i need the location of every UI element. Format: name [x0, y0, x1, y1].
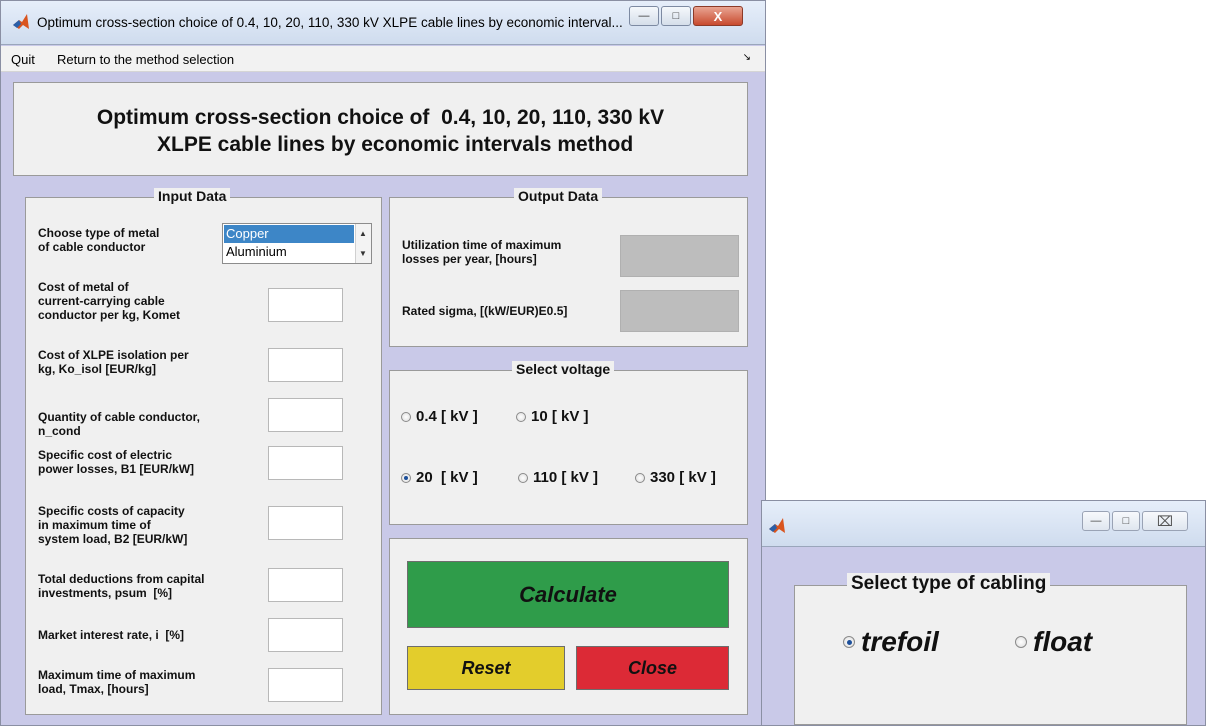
field-label-n-cond: Quantity of cable conductor, n_cond — [38, 410, 201, 438]
window-title: Optimum cross-section choice of 0.4, 10,… — [37, 15, 623, 30]
cabling-radio-trefoil[interactable]: trefoil — [843, 626, 939, 658]
close-icon: X — [713, 8, 723, 24]
matlab-logo-icon — [768, 517, 786, 535]
minimize-icon: — — [1090, 515, 1102, 527]
b1-input[interactable] — [268, 446, 343, 480]
cabling-type-panel: Select type of cabling trefoil float — [794, 573, 1187, 725]
radio-label: trefoil — [861, 626, 939, 657]
scroll-down-icon[interactable]: ▼ — [359, 249, 367, 258]
calculate-button[interactable]: Calculate — [407, 561, 729, 628]
n-cond-input[interactable] — [268, 398, 343, 432]
select-voltage-title: Select voltage — [512, 361, 615, 377]
maximize-button[interactable]: □ — [1112, 511, 1140, 531]
menu-return-to-method-selection[interactable]: Return to the method selection — [57, 52, 234, 67]
field-label-b1: Specific cost of electric power losses, … — [38, 448, 195, 476]
reset-button[interactable]: Reset — [407, 646, 565, 690]
rated-sigma-label: Rated sigma, [(kW/EUR)E0.5] — [402, 304, 568, 318]
field-label-tmax: Maximum time of maximum load, Tmax, [hou… — [38, 668, 196, 696]
close-button[interactable]: Close — [576, 646, 729, 690]
radio-label: 330 [ kV ] — [650, 469, 716, 486]
radio-selected-icon — [843, 636, 855, 648]
matlab-logo-icon — [12, 13, 30, 31]
radio-label: 20 [ kV ] — [416, 469, 478, 486]
cabling-window: — □ ⌧ Select type of cabling trefoil flo… — [761, 500, 1206, 726]
output-data-panel: Output Data Utilization time of maximum … — [389, 188, 748, 347]
maximize-icon: □ — [672, 10, 680, 22]
radio-label: float — [1033, 626, 1093, 657]
interest-rate-input[interactable] — [268, 618, 343, 652]
voltage-radio-10kv[interactable]: 10 [ kV ] — [516, 408, 589, 425]
radio-icon — [635, 472, 645, 483]
voltage-radio-110kv[interactable]: 110 [ kV ] — [518, 469, 598, 486]
komet-input[interactable] — [268, 288, 343, 322]
radio-icon — [1015, 636, 1027, 648]
menu-quit[interactable]: Quit — [11, 52, 35, 67]
voltage-radio-330kv[interactable]: 330 [ kV ] — [635, 469, 716, 486]
close-window-button[interactable]: ⌧ — [1142, 511, 1188, 531]
field-label-ko-isol: Cost of XLPE isolation per kg, Ko_isol [… — [38, 348, 189, 376]
cabling-radio-float[interactable]: float — [1015, 626, 1092, 658]
menu-bar: Quit Return to the method selection ↘ — [1, 46, 765, 72]
radio-label: 10 [ kV ] — [531, 408, 589, 425]
psum-input[interactable] — [268, 568, 343, 602]
utilization-time-output — [620, 235, 739, 277]
menu-overflow-icon[interactable]: ↘ — [743, 52, 751, 63]
radio-icon — [518, 472, 528, 483]
metal-type-label: Choose type of metal of cable conductor — [38, 226, 160, 254]
field-label-interest-rate: Market interest rate, i [%] — [38, 628, 185, 642]
radio-selected-icon — [401, 472, 411, 483]
maximize-icon: □ — [1122, 515, 1130, 527]
radio-label: 110 [ kV ] — [533, 469, 599, 486]
scroll-up-icon[interactable]: ▲ — [359, 229, 367, 238]
cabling-window-controls: — □ ⌧ — [1082, 511, 1188, 531]
voltage-radio-20kv[interactable]: 20 [ kV ] — [401, 469, 478, 486]
cabling-type-title: Select type of cabling — [847, 573, 1051, 595]
cabling-title-bar[interactable]: — □ ⌧ — [762, 501, 1205, 547]
main-window: Optimum cross-section choice of 0.4, 10,… — [0, 0, 766, 726]
minimize-button[interactable]: — — [1082, 511, 1110, 531]
window-controls: — □ X — [629, 6, 743, 26]
list-option-aluminium[interactable]: Aluminium — [224, 243, 354, 261]
minimize-button[interactable]: — — [629, 6, 659, 26]
output-data-title: Output Data — [514, 188, 603, 204]
voltage-radio-0-4kv[interactable]: 0.4 [ kV ] — [401, 408, 478, 425]
action-buttons-panel: Calculate Reset Close — [389, 538, 748, 715]
radio-label: 0.4 [ kV ] — [416, 408, 478, 425]
field-label-b2: Specific costs of capacity in maximum ti… — [38, 504, 188, 546]
input-data-title: Input Data — [154, 188, 231, 204]
title-bar[interactable]: Optimum cross-section choice of 0.4, 10,… — [1, 1, 765, 45]
metal-type-listbox[interactable]: Copper Aluminium ▲ ▼ — [222, 223, 372, 264]
field-label-komet: Cost of metal of current-carrying cable … — [38, 280, 181, 322]
listbox-scrollbar[interactable]: ▲ ▼ — [355, 224, 371, 263]
close-icon: ⌧ — [1156, 512, 1174, 529]
minimize-icon: — — [638, 10, 650, 22]
radio-icon — [516, 411, 526, 422]
page-title: Optimum cross-section choice of 0.4, 10,… — [96, 106, 665, 156]
rated-sigma-output — [620, 290, 739, 332]
input-data-panel: Input Data Choose type of metal of cable… — [25, 188, 382, 715]
field-label-psum: Total deductions from capital investment… — [38, 572, 205, 600]
header-panel: Optimum cross-section choice of 0.4, 10,… — [13, 82, 748, 176]
b2-input[interactable] — [268, 506, 343, 540]
maximize-button[interactable]: □ — [661, 6, 691, 26]
close-window-button[interactable]: X — [693, 6, 743, 26]
tmax-input[interactable] — [268, 668, 343, 702]
select-voltage-panel: Select voltage 0.4 [ kV ] 10 [ kV ] 20 [… — [389, 361, 748, 525]
radio-icon — [401, 411, 411, 422]
ko-isol-input[interactable] — [268, 348, 343, 382]
list-option-copper[interactable]: Copper — [224, 225, 354, 243]
utilization-time-label: Utilization time of maximum losses per y… — [402, 238, 562, 266]
